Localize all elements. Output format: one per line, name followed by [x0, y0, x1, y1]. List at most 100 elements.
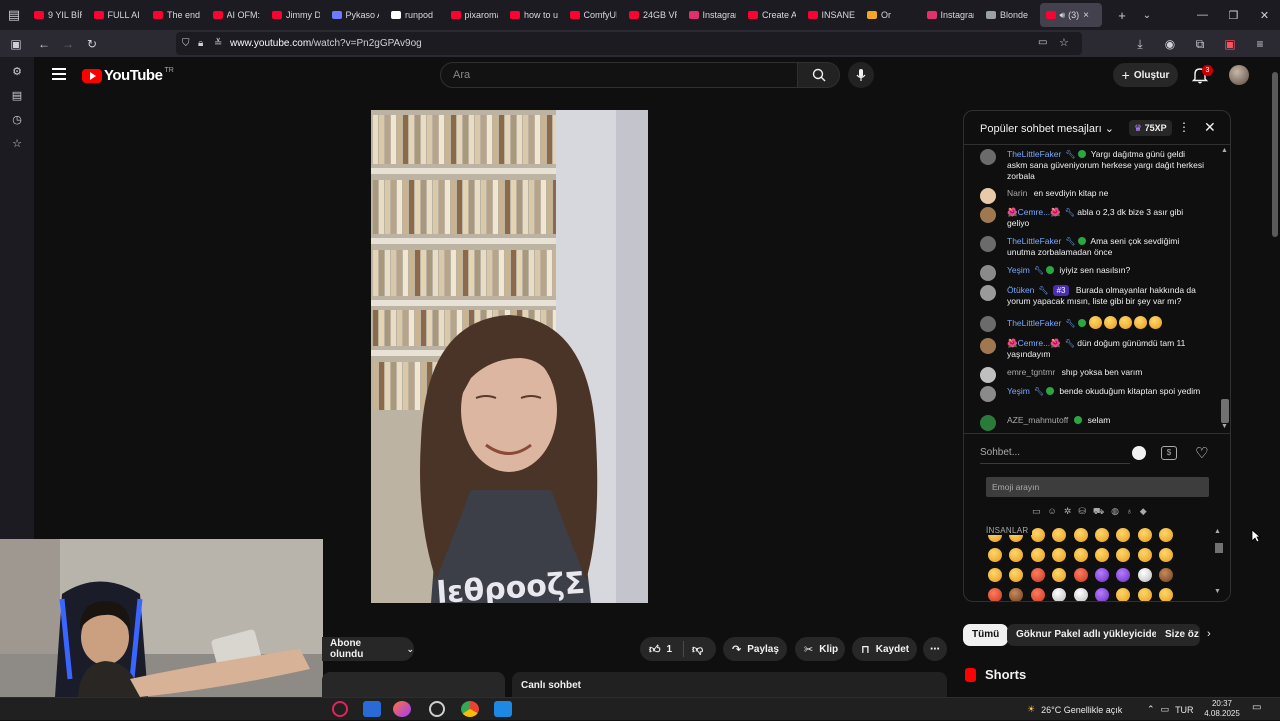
- browser-tab[interactable]: Blonde: [980, 0, 1040, 30]
- chrome-icon[interactable]: [461, 701, 479, 717]
- tray-chevron-icon[interactable]: ⌃: [1147, 704, 1155, 715]
- emoji-option[interactable]: [1159, 588, 1174, 601]
- browser-tab[interactable]: Or: [861, 0, 921, 30]
- chat-author-avatar[interactable]: [980, 285, 996, 301]
- like-button[interactable]: 👍︎ 1: [640, 641, 684, 657]
- emoji-option[interactable]: [1030, 588, 1045, 601]
- list-all-tabs-chevron-icon[interactable]: ⌄: [1130, 10, 1164, 21]
- xp-badge[interactable]: ♛ 75XP: [1129, 120, 1172, 136]
- emoji-option[interactable]: [1030, 548, 1045, 562]
- chat-message[interactable]: 🌺Cemre...🌺 🔧︎ dün doğum günümdü tam 11 ya…: [980, 338, 1205, 360]
- browser-tab[interactable]: Instagram: [683, 0, 743, 30]
- chat-message[interactable]: Narin en sevdiyin kitap ne: [980, 188, 1205, 204]
- chat-message[interactable]: TheLittleFaker 🔧︎ Ama seni çok sevdiğimi …: [980, 236, 1205, 258]
- browser-tab[interactable]: FULL AI: [88, 0, 148, 30]
- extensions-icon[interactable]: ⧉: [1188, 32, 1212, 56]
- chat-author-name[interactable]: AZE_mahmutoff: [1007, 415, 1068, 425]
- chat-author-avatar[interactable]: [980, 188, 996, 204]
- emoji-option[interactable]: [1073, 588, 1088, 601]
- speaker-icon[interactable]: 🔊︎: [1060, 10, 1066, 21]
- video-player[interactable]: lεθροοζΣ: [371, 110, 648, 603]
- browser-tab[interactable]: ComfyUI: [564, 0, 624, 30]
- emoji-scrollbar-thumb[interactable]: [1215, 543, 1223, 553]
- chat-author-avatar[interactable]: [980, 149, 996, 165]
- description-box[interactable]: [322, 672, 505, 697]
- permissions-icon[interactable]: ≚: [214, 38, 228, 49]
- emoji-category-nature-icon[interactable]: ✲: [1064, 506, 1072, 518]
- emoji-option[interactable]: [1116, 568, 1131, 582]
- chip-all[interactable]: Tümü: [963, 624, 1009, 646]
- clip-button[interactable]: ✂ Klip: [795, 637, 845, 661]
- notification-center-icon[interactable]: ▭: [1252, 702, 1261, 713]
- emoji-option[interactable]: [1159, 528, 1174, 542]
- emoji-option[interactable]: [1137, 588, 1152, 601]
- emoji-option[interactable]: [1009, 588, 1024, 601]
- chat-author-avatar[interactable]: [980, 367, 996, 383]
- chat-author-name[interactable]: TheLittleFaker: [1007, 318, 1061, 328]
- bookmarks-icon[interactable]: ☆: [0, 131, 34, 155]
- create-button[interactable]: + Oluştur: [1113, 63, 1178, 87]
- emoji-option[interactable]: [1030, 528, 1045, 542]
- heart-icon[interactable]: ♡: [1195, 444, 1208, 462]
- chat-author-name[interactable]: Ötüken: [1007, 285, 1034, 295]
- youtube-logo[interactable]: YouTube TR: [82, 67, 174, 84]
- emoji-category-activity-icon[interactable]: ◍: [1111, 506, 1119, 518]
- chat-author-avatar[interactable]: [980, 415, 996, 431]
- chat-author-avatar[interactable]: [980, 265, 996, 281]
- scroll-down-icon[interactable]: ▼: [1221, 423, 1228, 430]
- emoji-option[interactable]: [1159, 568, 1174, 582]
- shield-icon[interactable]: ⛉: [182, 38, 196, 49]
- back-icon[interactable]: ←: [32, 32, 56, 56]
- tab-list-icon[interactable]: ▤: [0, 0, 28, 30]
- chat-message[interactable]: Ötüken 🔧︎ #3 Burada olmayanlar hakkında da…: [980, 285, 1205, 307]
- emoji-category-objects-icon[interactable]: ♁: [1126, 506, 1133, 518]
- browser-tab[interactable]: Jimmy D: [266, 0, 326, 30]
- chat-author-avatar[interactable]: [980, 207, 996, 223]
- extension-badge-icon[interactable]: ▣: [1218, 32, 1242, 56]
- history-icon[interactable]: ◷: [0, 107, 34, 131]
- synced-tabs-icon[interactable]: ▤: [0, 83, 34, 107]
- emoji-option[interactable]: [1009, 548, 1024, 562]
- search-input[interactable]: Ara: [440, 62, 798, 88]
- emoji-scrollbar[interactable]: ▲ ▼: [1214, 528, 1223, 595]
- chip-next-chevron-icon[interactable]: ›: [1207, 628, 1211, 640]
- chat-author-name[interactable]: emre_tgntmr: [1007, 367, 1055, 377]
- emoji-category-symbols-icon[interactable]: ◆: [1140, 506, 1147, 518]
- chat-author-name[interactable]: TheLittleFaker: [1007, 149, 1061, 159]
- chat-scrollbar[interactable]: ▲ ▼: [1220, 147, 1230, 432]
- chat-message[interactable]: TheLittleFaker 🔧︎ Yargı dağıtma günü geld…: [980, 149, 1205, 182]
- chat-message[interactable]: Yeşim 🔧︎ iyiyiz sen nasılsın?: [980, 265, 1205, 281]
- ai-chatbot-icon[interactable]: ⚙: [0, 59, 34, 83]
- share-button[interactable]: ↷ Paylaş: [723, 637, 787, 661]
- chip-from-uploader[interactable]: Göknur Pakel adlı yükleyiciden: [1007, 624, 1173, 646]
- browser-tab-active[interactable]: 🔊︎ (3) ×: [1039, 3, 1102, 27]
- chat-scrollbar-thumb[interactable]: [1221, 399, 1229, 423]
- firefox-icon[interactable]: [393, 701, 411, 717]
- lock-icon[interactable]: 🔒︎: [198, 38, 212, 49]
- emoji-option[interactable]: [1137, 568, 1152, 582]
- save-button[interactable]: ⊓ Kaydet: [852, 637, 917, 661]
- weather-widget[interactable]: ☀ 26°C Genellikle açık: [1027, 698, 1122, 721]
- forward-icon[interactable]: →: [56, 32, 80, 56]
- browser-tab[interactable]: INSANE: [802, 0, 862, 30]
- super-chat-icon[interactable]: $: [1161, 446, 1177, 460]
- emoji-option[interactable]: [1116, 548, 1131, 562]
- emoji-option[interactable]: [1052, 548, 1067, 562]
- live-chat-toggle[interactable]: Canlı sohbet: [512, 672, 947, 697]
- chat-mode-dropdown[interactable]: Popüler sohbet mesajları ⌄: [980, 122, 1114, 135]
- chat-author-name[interactable]: TheLittleFaker: [1007, 236, 1061, 246]
- emoji-option[interactable]: [988, 588, 1002, 601]
- new-tab-button[interactable]: +: [1114, 8, 1130, 23]
- chat-message[interactable]: emre_tgntmr shıp yoksa ben varım: [980, 367, 1205, 383]
- chat-author-avatar[interactable]: [980, 316, 996, 332]
- account-icon[interactable]: ◉: [1158, 32, 1182, 56]
- hamburger-menu-icon[interactable]: [52, 68, 66, 80]
- close-chat-icon[interactable]: ✕: [1204, 119, 1216, 136]
- page-scrollbar[interactable]: [1270, 57, 1280, 697]
- dislike-button[interactable]: 👎︎: [684, 643, 703, 656]
- restore-icon[interactable]: ❐: [1218, 0, 1249, 30]
- emoji-option[interactable]: [1137, 528, 1152, 542]
- chat-author-name[interactable]: 🌺Cemre...🌺: [1007, 207, 1061, 217]
- close-tab-icon[interactable]: ×: [1083, 10, 1089, 21]
- close-window-icon[interactable]: ✕: [1249, 0, 1280, 30]
